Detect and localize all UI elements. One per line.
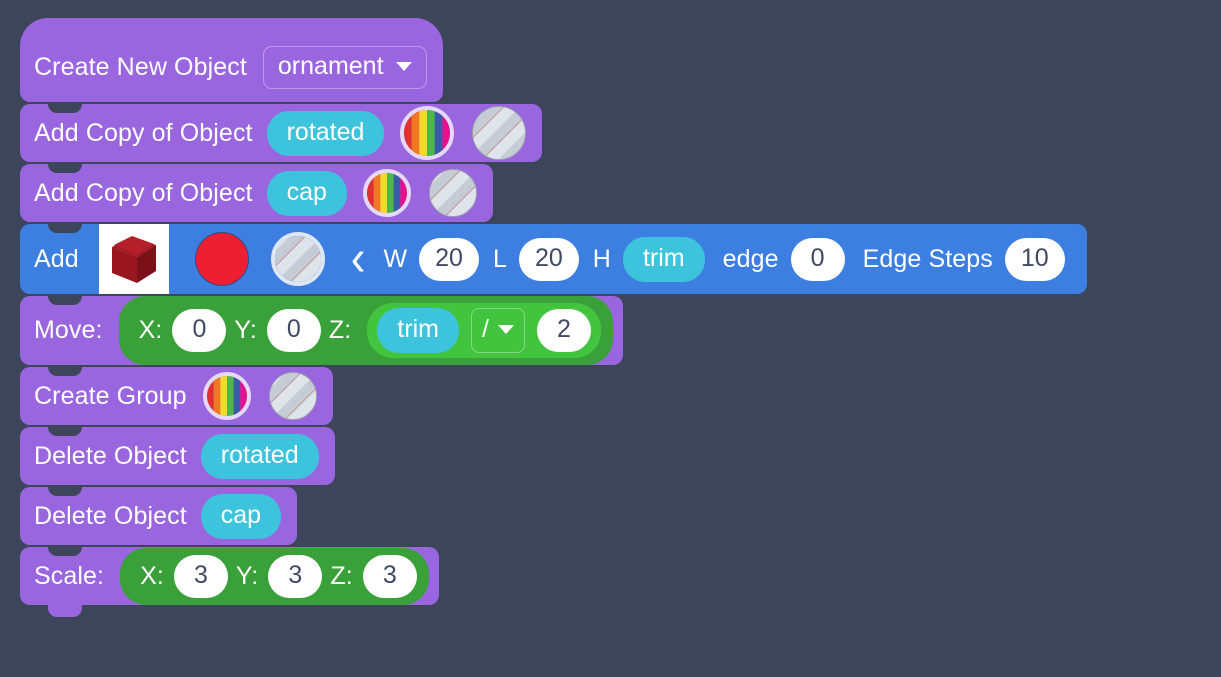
block-notch [48,367,82,376]
field-input-l[interactable]: 20 [518,237,579,281]
scale-operand-group: X: 3 Y: 3 Z: 3 [120,547,429,605]
block-notch [48,547,82,556]
block-add-copy-of-object-cap[interactable]: Add Copy of Object cap [20,164,493,222]
block-add-shape[interactable]: Add ‹ W 20 L 20 H trim edge 0 Edge Steps… [20,224,1087,294]
block-label-create-new-object: Create New Object [34,53,247,81]
block-create-group[interactable]: Create Group [20,367,333,425]
striped-sphere-icon[interactable] [472,106,527,160]
block-label-add: Add [34,244,79,273]
variable-pill-trim-z[interactable]: trim [377,308,459,353]
variable-pill-trim-h[interactable]: trim [622,236,705,282]
axis-label-x: X: [138,316,163,344]
block-notch [48,296,82,305]
chevron-down-icon [395,62,412,71]
axis-label-z: Z: [330,561,353,590]
block-notch [48,427,82,436]
block-delete-object-cap[interactable]: Delete Object cap [20,487,298,545]
striped-sphere-icon[interactable] [428,169,477,217]
block-label-create-group: Create Group [34,381,187,410]
red-cube-icon[interactable] [98,224,169,294]
block-scale[interactable]: Scale: X: 3 Y: 3 Z: 3 [20,547,439,617]
red-circle-icon[interactable] [194,232,249,286]
block-bottom-nub [48,604,82,617]
striped-sphere-icon[interactable] [268,372,317,420]
chevron-down-icon [497,325,514,334]
move-operand-group: X: 0 Y: 0 Z: trim / 2 [118,296,613,365]
divisor-input[interactable]: 2 [536,309,591,352]
division-expression: trim / 2 [367,303,601,358]
striped-sphere-icon[interactable] [270,232,325,286]
field-label-h: H [592,244,611,273]
stripe-pattern [269,373,316,419]
stripe-pattern [274,236,321,282]
axis-label-x: X: [140,561,164,590]
chevron-left-icon[interactable]: ‹ [351,233,366,283]
block-notch [48,224,82,233]
rainbow-circle-icon[interactable] [362,169,411,217]
object-name-pill-rotated[interactable]: rotated [200,433,319,479]
block-label-scale: Scale: [34,561,105,590]
field-label-w: W [383,244,408,273]
block-label-delete-cap: Delete Object [34,501,187,530]
stripe-pattern [473,107,526,159]
axis-input-x[interactable]: 0 [172,309,227,352]
block-notch [48,164,82,173]
axis-label-y: Y: [235,561,259,590]
block-notch [48,104,82,113]
axis-input-y[interactable]: 3 [268,554,323,598]
object-name-pill-cap[interactable]: cap [200,493,282,539]
block-add-copy-of-object-rotated[interactable]: Add Copy of Object rotated [20,104,543,162]
field-input-edge[interactable]: 0 [790,237,845,281]
axis-input-z[interactable]: 3 [362,554,417,598]
object-name-pill-cap[interactable]: cap [266,170,347,216]
block-label-add-copy-rotated: Add Copy of Object [34,118,253,147]
block-label-add-copy-cap: Add Copy of Object [34,178,253,207]
rainbow-circle-icon[interactable] [400,106,455,160]
operator-dropdown[interactable]: / [470,308,525,353]
block-label-move: Move: [34,316,103,344]
axis-input-y[interactable]: 0 [266,309,321,352]
block-notch [48,487,82,496]
field-label-l: L [492,244,507,273]
object-name-pill-rotated[interactable]: rotated [266,110,385,156]
object-name-dropdown[interactable]: ornament [262,46,427,89]
block-script-stack: Create New Object ornament Add Copy of O… [20,18,1087,617]
block-move[interactable]: Move: X: 0 Y: 0 Z: trim / 2 [20,296,623,365]
axis-label-y: Y: [234,316,257,344]
stripe-pattern [429,170,476,216]
axis-label-z: Z: [328,316,352,344]
block-delete-object-rotated[interactable]: Delete Object rotated [20,427,335,485]
object-name-dropdown-value: ornament [277,52,384,80]
rainbow-circle-icon[interactable] [202,372,251,420]
field-label-edge: edge [722,244,779,273]
axis-input-x[interactable]: 3 [173,554,228,598]
block-label-delete-rotated: Delete Object [34,441,187,470]
field-input-edge-steps[interactable]: 10 [1004,237,1065,281]
block-create-new-object[interactable]: Create New Object ornament [20,18,443,102]
field-label-edge-steps: Edge Steps [862,244,993,273]
field-input-w[interactable]: 20 [419,237,479,281]
operator-dropdown-value: / [481,315,489,343]
